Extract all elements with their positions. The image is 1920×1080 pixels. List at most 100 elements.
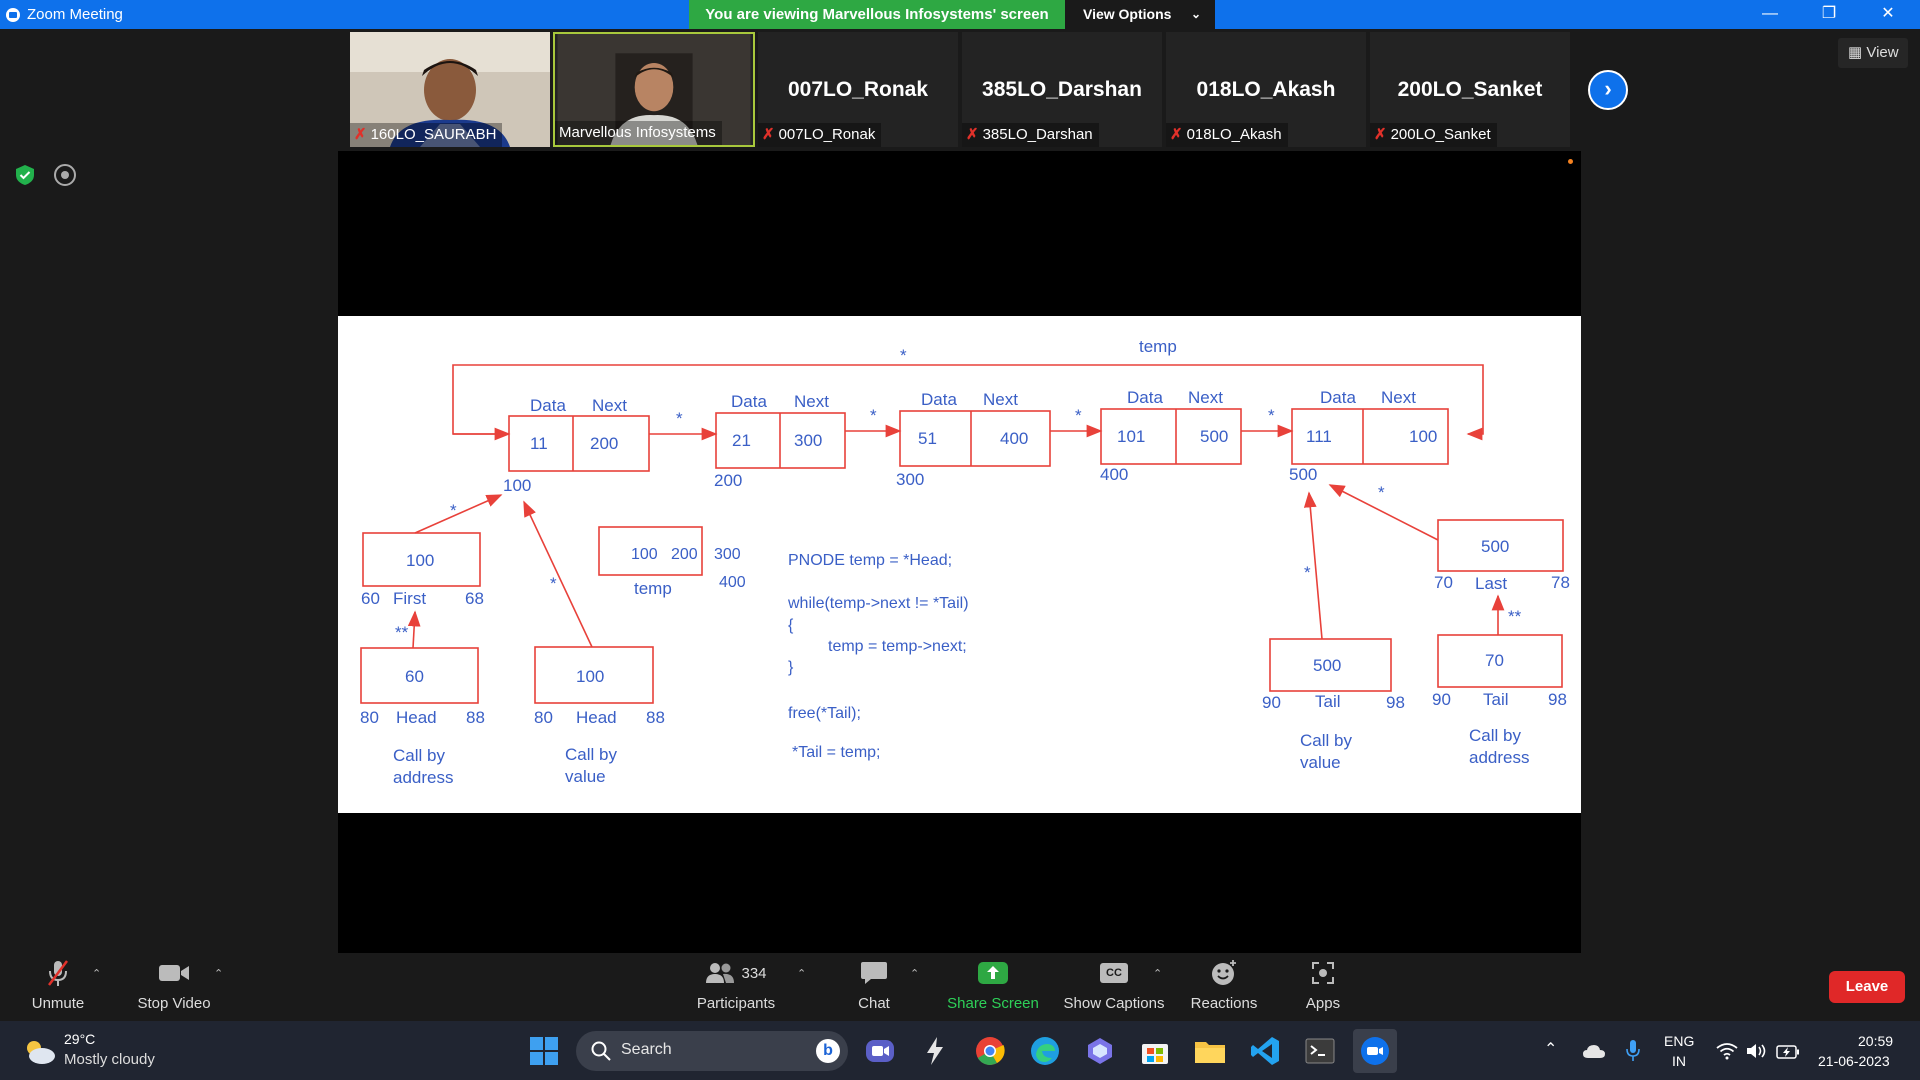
caption-line: Call by <box>565 745 617 764</box>
taskbar-search-box[interactable]: Search b <box>576 1031 848 1071</box>
audio-options-caret-icon[interactable]: ⌃ <box>92 967 101 980</box>
view-button[interactable]: ▦ View <box>1838 38 1908 68</box>
node-next: 100 <box>1409 427 1437 446</box>
participants-icon <box>706 963 735 983</box>
chat-options-caret-icon[interactable]: ⌃ <box>910 967 919 980</box>
onedrive-cloud-icon[interactable] <box>1582 1043 1606 1059</box>
box-end-addr: 98 <box>1548 690 1567 709</box>
node-next-header: Next <box>592 396 627 415</box>
title-bar: Zoom Meeting You are viewing Marvellous … <box>0 0 1920 29</box>
close-button[interactable]: ✕ <box>1859 0 1917 29</box>
list-node: 11 200 Data Next 100 <box>503 396 650 495</box>
minimize-button[interactable]: — <box>1741 0 1799 29</box>
wifi-icon[interactable] <box>1716 1042 1738 1060</box>
temp-loop-label: temp <box>1139 337 1177 356</box>
microsoft-store-icon[interactable] <box>1133 1029 1177 1073</box>
caption-line: value <box>1300 753 1341 772</box>
muted-mic-icon: ✗ <box>966 126 979 143</box>
box-end-addr: 78 <box>1551 573 1570 592</box>
meeting-toolbar: Unmute ⌃ Stop Video ⌃ 334 Participants ⌃… <box>0 953 1920 1021</box>
video-options-caret-icon[interactable]: ⌃ <box>214 967 223 980</box>
show-hidden-icons-chevron-icon[interactable]: ⌃ <box>1544 1039 1557 1059</box>
chrome-icon[interactable] <box>968 1029 1012 1073</box>
caption-line: Call by <box>1469 726 1521 745</box>
leave-button[interactable]: Leave <box>1829 971 1905 1003</box>
node-data-header: Data <box>530 396 566 415</box>
participants-options-caret-icon[interactable]: ⌃ <box>797 967 806 980</box>
participants-button[interactable]: 334 Participants <box>690 953 782 1021</box>
cloudy-weather-icon <box>27 1041 55 1064</box>
show-captions-button[interactable]: CC Show Captions <box>1060 953 1168 1021</box>
reactions-button[interactable]: Reactions <box>1188 953 1260 1021</box>
participant-display-name: 200LO_Sanket <box>1397 78 1543 101</box>
view-options-button[interactable]: View Options ⌄ <box>1065 0 1215 29</box>
unmute-button[interactable]: Unmute <box>22 953 94 1021</box>
vscode-icon[interactable] <box>1243 1029 1287 1073</box>
head-address-box: 60 Head 80 88 Call by address <box>360 647 485 787</box>
box-start-addr: 90 <box>1432 690 1451 709</box>
caption-line: value <box>565 767 606 786</box>
chevron-down-icon: ⌄ <box>1190 7 1201 21</box>
stop-video-button[interactable]: Stop Video <box>133 953 215 1021</box>
participant-thumbnail[interactable]: ✗ 160LO_SAURABH <box>350 32 550 147</box>
participant-thumbnail[interactable]: 385LO_Darshan ✗ 385LO_Darshan <box>962 32 1162 147</box>
box-start-addr: 80 <box>534 708 553 727</box>
muted-mic-icon: ✗ <box>1170 126 1183 143</box>
participant-thumbnail[interactable]: 007LO_Ronak ✗ 007LO_Ronak <box>758 32 958 147</box>
zoom-taskbar-icon[interactable] <box>1353 1029 1397 1073</box>
restore-button[interactable]: ❐ <box>1800 0 1858 29</box>
head-value-box: 100 Head 80 88 Call by value <box>534 646 665 786</box>
box-value: 500 <box>1481 537 1509 556</box>
reactions-label: Reactions <box>1190 995 1258 1012</box>
code-line: PNODE temp = *Head; <box>788 552 952 569</box>
participant-thumbnail-active-speaker[interactable]: Marvellous Infosystems <box>553 32 755 147</box>
participant-label: ✗ 200LO_Sanket <box>1370 123 1497 147</box>
view-label: View <box>1866 44 1899 61</box>
participant-thumbnail[interactable]: 200LO_Sanket ✗ 200LO_Sanket <box>1370 32 1570 147</box>
zoom-logo-icon <box>6 8 20 22</box>
file-explorer-icon[interactable] <box>1188 1029 1232 1073</box>
copilot-icon[interactable] <box>1078 1029 1122 1073</box>
participant-label: Marvellous Infosystems <box>555 121 722 145</box>
battery-charging-icon[interactable] <box>1776 1044 1800 1060</box>
lightning-app-icon[interactable] <box>913 1029 957 1073</box>
participant-name: 160LO_SAURABH <box>370 126 497 143</box>
input-language-primary[interactable]: ENG <box>1664 1033 1694 1049</box>
captions-options-caret-icon[interactable]: ⌃ <box>1153 967 1162 980</box>
node-next: 400 <box>1000 429 1028 448</box>
node-next-header: Next <box>1188 388 1223 407</box>
apps-button[interactable]: Apps <box>1292 953 1354 1021</box>
linked-list-diagram: temp * 11 200 Data Next 100 * 21 300 Dat… <box>360 337 1570 787</box>
chat-button[interactable]: Chat <box>843 953 905 1021</box>
weather-widget[interactable]: 29°C Mostly cloudy <box>22 1031 182 1071</box>
recording-indicator-icon[interactable] <box>54 164 76 186</box>
windows-start-icon[interactable] <box>522 1029 566 1073</box>
clock-date[interactable]: 21-06-2023 <box>1818 1053 1890 1069</box>
microphone-in-use-icon[interactable] <box>1625 1039 1641 1063</box>
participant-name: Marvellous Infosystems <box>559 124 716 141</box>
box-name: Tail <box>1483 690 1509 709</box>
terminal-icon[interactable] <box>1298 1029 1342 1073</box>
next-page-arrow-icon[interactable]: › <box>1588 70 1628 110</box>
clock-time[interactable]: 20:59 <box>1858 1033 1893 1049</box>
participant-thumbnail[interactable]: 018LO_Akash ✗ 018LO_Akash <box>1166 32 1366 147</box>
box-value: 100 <box>406 551 434 570</box>
star-label: * <box>870 406 877 425</box>
star-label: * <box>1378 483 1385 502</box>
node-next-header: Next <box>1381 388 1416 407</box>
share-screen-button[interactable]: Share Screen <box>943 953 1043 1021</box>
box-end-addr: 88 <box>646 708 665 727</box>
node-next: 500 <box>1200 427 1228 446</box>
shield-check-icon[interactable] <box>14 164 36 186</box>
participant-display-name: 385LO_Darshan <box>982 78 1142 101</box>
meet-camera-app-icon[interactable] <box>858 1029 902 1073</box>
chat-bubble-icon <box>861 962 887 984</box>
bing-icon[interactable]: b <box>816 1039 840 1063</box>
box-start-addr: 70 <box>1434 573 1453 592</box>
box-name: Tail <box>1315 692 1341 711</box>
participant-display-name: 018LO_Akash <box>1196 78 1336 101</box>
node-next-header: Next <box>983 390 1018 409</box>
edge-icon[interactable] <box>1023 1029 1067 1073</box>
volume-icon[interactable] <box>1746 1042 1768 1060</box>
input-language-region[interactable]: IN <box>1672 1053 1686 1069</box>
